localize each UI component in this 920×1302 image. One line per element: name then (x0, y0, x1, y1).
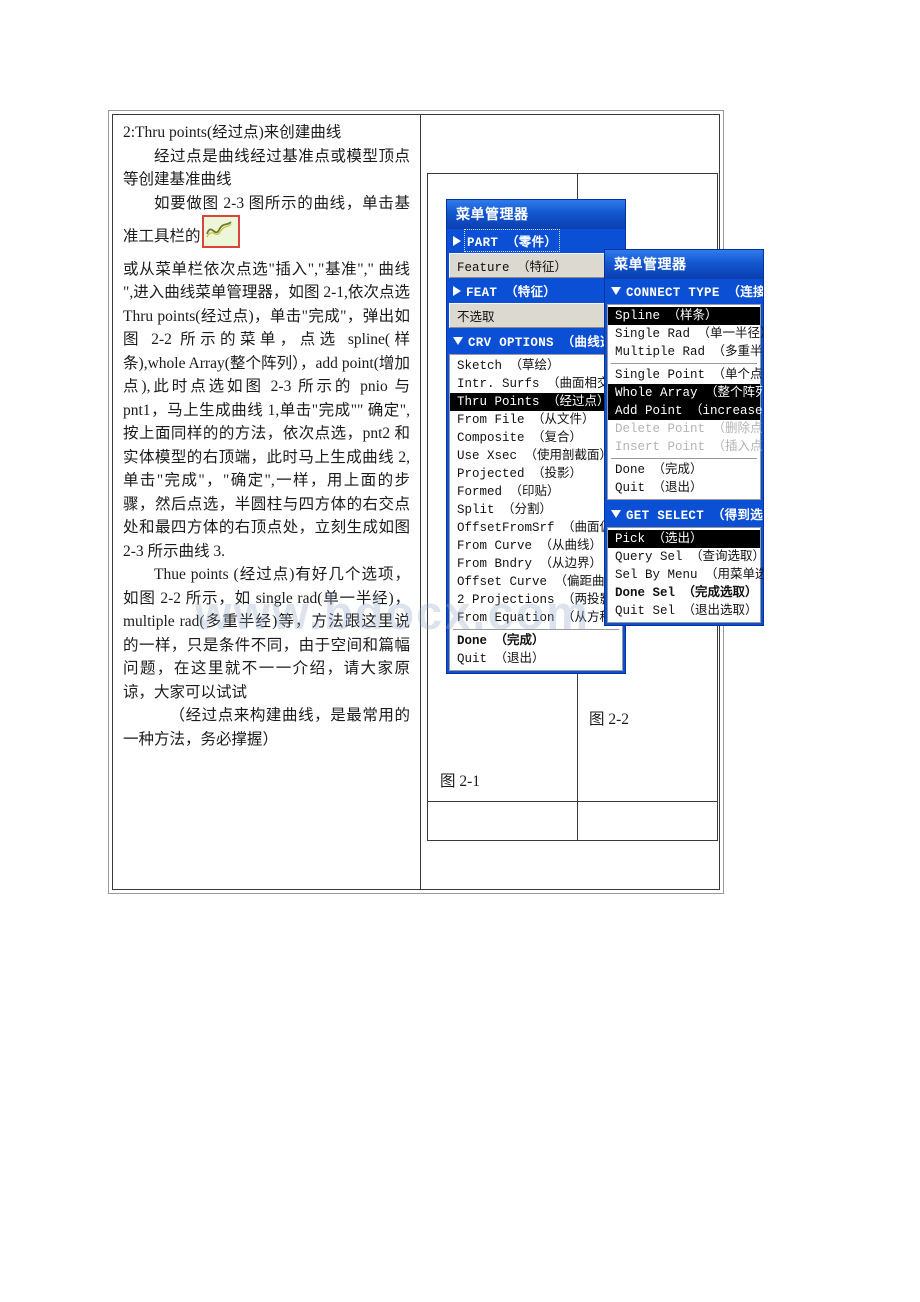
menu-1-item-6[interactable]: Projected （投影） (450, 465, 622, 483)
menu-2-connect-separator (611, 458, 757, 459)
paragraph-definition: 经过点是曲线经过基准点或模型顶点等创建基准曲线 (123, 147, 410, 189)
document-body-text: 2:Thru points(经过点)来创建曲线 经过点是曲线经过基准点或模型顶点… (113, 115, 420, 751)
menu-1-item-8[interactable]: Split （分割） (450, 501, 622, 519)
document-table: 2:Thru points(经过点)来创建曲线 经过点是曲线经过基准点或模型顶点… (108, 110, 764, 894)
menu-1-section-feat[interactable]: FEAT （特征） (447, 279, 625, 302)
menu-2-section-get-select[interactable]: GET SELECT （得到选取） (605, 502, 763, 525)
menu-1-item-12[interactable]: Offset Curve （偏距曲线） (450, 573, 625, 591)
menu-1-button-deselect[interactable]: 不选取 (449, 303, 623, 328)
figure-table: 菜单管理器 PART （零件） Feature （特征） FEAT （特征） 不… (427, 173, 764, 841)
menu-1-separator (453, 629, 619, 630)
menu-1-section-crv-options[interactable]: CRV OPTIONS （曲线选项） (447, 329, 625, 352)
menu-2-connect-item-6[interactable]: Add Point （increase增加点） (608, 402, 763, 420)
triangle-right-icon (453, 285, 461, 296)
menu-1-item-4[interactable]: Composite （复合） (450, 429, 622, 447)
menu-1-item-10[interactable]: From Curve （从曲线） (450, 537, 622, 555)
triangle-down-icon (611, 509, 621, 518)
menu-2-connect-item-4[interactable]: Single Point （单个点） (608, 366, 763, 384)
paragraph-with-icon: 如要做图 2-3 图所示的曲线，单击基准工具栏的 (123, 192, 410, 249)
menu-1-item-list[interactable]: Sketch （草绘） Intr. Surfs （曲面相交） Thru Points… (449, 354, 625, 671)
menu-2-connect-item-7: Delete Point （删除点） (615, 422, 764, 436)
menu-2-section-connect-type[interactable]: CONNECT TYPE （连接类型） (605, 279, 763, 302)
menu-2-connect-item-10[interactable]: Done （完成） (608, 461, 760, 479)
menu-2-select-item-2[interactable]: Sel By Menu （用菜单选取） (608, 566, 763, 584)
paragraph-heading: 2:Thru points(经过点)来创建曲线 (123, 124, 342, 141)
menu-1-item-9[interactable]: OffsetFromSrf （曲面偏移） (450, 519, 625, 537)
triangle-right-icon (453, 235, 461, 246)
menu-2-select-item-list[interactable]: Pick （选出） Query Sel （查询选取） Sel By Menu （用菜… (607, 527, 763, 623)
menu-2-section-get-select-label: GET SELECT （得到选取） (626, 509, 764, 523)
menu-2-section-connect-type-label: CONNECT TYPE （连接类型） (626, 286, 764, 300)
menu-2-connect-item-5[interactable]: Whole Array （整个阵列） (608, 384, 763, 402)
menu-2-select-item-3[interactable]: Done Sel （完成选取） (608, 584, 760, 602)
menu-2-connect-item-11[interactable]: Quit （退出） (608, 479, 760, 497)
document-table-inner: 2:Thru points(经过点)来创建曲线 经过点是曲线经过基准点或模型顶点… (112, 114, 764, 890)
menu-1-item-3[interactable]: From File （从文件） (450, 411, 622, 429)
menu-manager-window-2[interactable]: 菜单管理器 CONNECT TYPE （连接类型） Spline （样条）Sin… (604, 249, 764, 626)
menu-1-item-0[interactable]: Sketch （草绘） (450, 357, 622, 375)
menu-1-section-feat-label: FEAT （特征） (466, 286, 557, 300)
menu-2-connect-item-list[interactable]: Spline （样条） Single Rad （单一半径） Multiple Rad… (607, 304, 764, 500)
menu-1-item-17[interactable]: Quit （退出） (450, 650, 622, 668)
menu-1-button-feature[interactable]: Feature （特征） (449, 253, 623, 278)
menu-manager-window-1[interactable]: 菜单管理器 PART （零件） Feature （特征） FEAT （特征） 不… (446, 199, 626, 674)
menu-1-item-2[interactable]: Thru Points （经过点） (450, 393, 622, 411)
paragraph-with-icon-text: 如要做图 2-3 图所示的曲线，单击基准工具栏的 (123, 194, 410, 246)
menu-1-item-11[interactable]: From Bndry （从边界） (450, 555, 622, 573)
menu-1-item-5[interactable]: Use Xsec （使用剖截面） (450, 447, 622, 465)
menu-1-item-13[interactable]: 2 Projections （两投影） (450, 591, 625, 609)
menu-2-connect-separator (611, 363, 757, 364)
figure-table-row-2 (428, 802, 717, 841)
menu-2-connect-item-8: Insert Point （插入点） (615, 440, 764, 454)
menu-1-titlebar: 菜单管理器 (447, 200, 625, 229)
paragraph-steps: 或从菜单栏依次点选"插入","基准"," 曲线 ",进入曲线菜单管理器，如图 2… (123, 260, 410, 560)
menu-1-item-7[interactable]: Formed （印贴） (450, 483, 622, 501)
menu-1-section-crv-options-label: CRV OPTIONS （曲线选项） (468, 336, 626, 350)
menu-1-item-16[interactable]: Done （完成） (450, 632, 622, 650)
menu-1-section-part[interactable]: PART （零件） (447, 229, 625, 252)
table-cell-text: 2:Thru points(经过点)来创建曲线 经过点是曲线经过基准点或模型顶点… (113, 115, 421, 889)
paragraph-options: Thue points (经过点)有好几个选项，如图 2-2 所示，如 sing… (123, 566, 410, 701)
menu-1-item-14[interactable]: From Equation （从方程） (450, 609, 625, 627)
paragraph-note: （经过点来构建曲线，是最常用的一种方法，务必撑握） (123, 707, 410, 748)
menu-2-select-item-4[interactable]: Quit Sel （退出选取） (608, 602, 760, 620)
triangle-down-icon (453, 336, 463, 345)
curve-spline-icon (201, 215, 240, 248)
table-cell-figures: 菜单管理器 PART （零件） Feature （特征） FEAT （特征） 不… (421, 115, 764, 889)
menu-2-titlebar: 菜单管理器 (605, 250, 763, 279)
menu-2-select-item-1[interactable]: Query Sel （查询选取） (608, 548, 763, 566)
menu-2-select-item-0[interactable]: Pick （选出） (608, 530, 760, 548)
menu-2-connect-item-2[interactable]: Multiple Rad （多重半径） (608, 343, 763, 361)
triangle-down-icon (611, 286, 621, 295)
menu-1-item-1[interactable]: Intr. Surfs （曲面相交） (450, 375, 622, 393)
figure-caption-2-1: 图 2-1 (440, 773, 481, 790)
figure-table-divider-2 (577, 802, 578, 841)
menu-2-connect-item-0[interactable]: Spline （样条） (608, 307, 760, 325)
figure-caption-2-2: 图 2-2 (589, 711, 630, 728)
menu-2-connect-item-1[interactable]: Single Rad （单一半径） (608, 325, 763, 343)
menu-1-section-part-label: PART （零件） (463, 229, 561, 252)
